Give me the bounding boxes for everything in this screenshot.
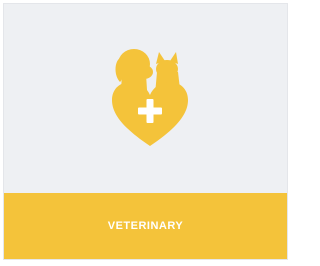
card-label-bar[interactable]: VETERINARY	[4, 193, 287, 259]
veterinary-service-card[interactable]: VETERINARY	[3, 3, 288, 260]
card-title: VETERINARY	[107, 219, 184, 232]
pet-heart-plus-icon	[110, 42, 190, 152]
